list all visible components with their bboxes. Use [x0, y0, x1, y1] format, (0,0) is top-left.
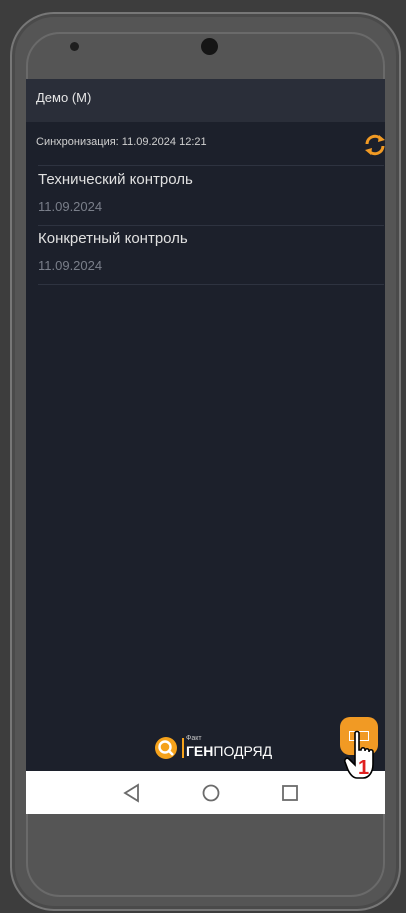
list-item-date: 11.09.2024: [38, 199, 103, 214]
step-number-badge: 1: [358, 757, 370, 779]
sync-status: Синхронизация: 11.09.2024 12:21: [36, 136, 207, 148]
list-item-title: Конкретный контроль: [38, 230, 188, 247]
logo-small-text: Факт: [186, 735, 202, 742]
back-icon[interactable]: [121, 782, 143, 804]
list-item[interactable]: Технический контроль 11.09.2024: [38, 165, 384, 226]
recents-icon[interactable]: [279, 782, 301, 804]
sync-icon[interactable]: [362, 132, 385, 158]
list-item-date: 11.09.2024: [38, 258, 103, 273]
list-item-title: Технический контроль: [38, 171, 193, 188]
android-nav-bar: [26, 771, 385, 814]
logo-divider: [182, 738, 184, 758]
speaker-icon: [70, 42, 79, 51]
app-header: Демо (М): [26, 79, 385, 122]
app-screen: Демо (М) Синхронизация: 11.09.2024 12:21…: [26, 79, 385, 814]
app-title: Демо (М): [36, 90, 92, 105]
list-item[interactable]: Конкретный контроль 11.09.2024: [38, 225, 384, 285]
logo-rest-part: ПОДРЯД: [213, 743, 273, 759]
brand-logo: Факт ГЕНПОДРЯД: [154, 734, 274, 762]
camera-icon: [201, 38, 218, 55]
logo-magnifier-icon: [155, 737, 177, 759]
logo-bold-part: ГЕН: [186, 743, 214, 759]
home-icon[interactable]: [200, 782, 222, 804]
logo-main-text: ГЕНПОДРЯД: [186, 743, 272, 759]
